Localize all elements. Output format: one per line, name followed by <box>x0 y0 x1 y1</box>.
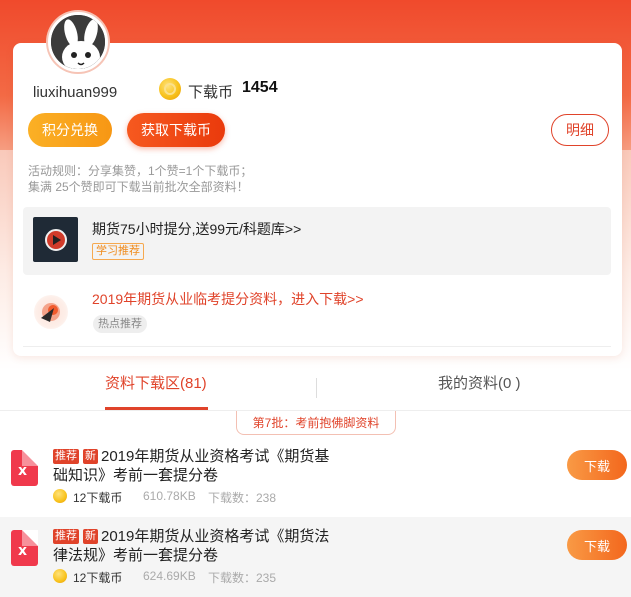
promo-title[interactable]: 期货75小时提分,送99元/科题库>> <box>92 219 301 239</box>
download-button[interactable]: 下载 <box>567 530 627 560</box>
activity-rules: 活动规则：分享集赞，1个赞=1个下载币； 集满 25个赞即可下载当前批次全部资料… <box>28 163 252 195</box>
file-price: 12下载币 <box>73 571 123 585</box>
rules-line-2: 集满 25个赞即可下载当前批次全部资料！ <box>28 180 249 194</box>
batch-label: 第7批：考前抱佛脚资料 <box>236 411 396 435</box>
recommend-badge: 推荐 <box>53 449 79 464</box>
tab-separator <box>316 378 317 398</box>
play-icon <box>45 229 67 251</box>
detail-button[interactable]: 明细 <box>551 114 609 146</box>
study-tag: 学习推荐 <box>92 243 144 260</box>
rules-line-1: 活动规则：分享集赞，1个赞=1个下载币； <box>28 164 253 178</box>
tab-bar: 资料下载区(81) 我的资料(0 ) <box>0 372 631 410</box>
download-count: 下载数：235 <box>208 571 277 585</box>
new-badge: 新 <box>83 449 98 464</box>
video-thumbnail <box>33 217 78 262</box>
hot-item-title[interactable]: 2019年期货从业临考提分资料，进入下载>> <box>92 289 364 309</box>
download-count: 下载数：238 <box>208 491 277 505</box>
promo-banner[interactable]: 期货75小时提分,送99元/科题库>> 学习推荐 <box>23 207 611 275</box>
avatar[interactable] <box>48 12 108 72</box>
username: liuxihuan999 <box>33 84 118 101</box>
new-badge: 新 <box>83 529 98 544</box>
tab-my-materials[interactable]: 我的资料(0 ) <box>438 372 521 393</box>
coin-icon <box>53 569 67 583</box>
pdf-icon: ⅹ <box>11 450 38 486</box>
pdf-icon: ⅹ <box>11 530 38 566</box>
points-exchange-button[interactable]: 积分兑换 <box>28 113 112 147</box>
paper-plane-icon <box>41 303 60 322</box>
file-size: 624.69KB <box>143 569 196 583</box>
file-size: 610.78KB <box>143 489 196 503</box>
get-coins-button[interactable]: 获取下载币 <box>127 113 225 147</box>
divider <box>23 346 611 347</box>
coin-icon <box>53 489 67 503</box>
file-row[interactable]: ⅹ 2019年期货从业资格考试《期货法律法规》考前一套提分卷 推荐 新 12下载… <box>0 517 631 597</box>
hot-tag: 热点推荐 <box>93 315 147 333</box>
file-row[interactable]: ⅹ 2019年期货从业资格考试《期货基础知识》考前一套提分卷 推荐 新 12下载… <box>0 437 631 517</box>
coin-label: 下载币 <box>188 84 234 101</box>
hot-item-icon <box>34 295 68 329</box>
coin-icon <box>159 78 181 100</box>
file-price: 12下载币 <box>73 491 123 505</box>
download-button[interactable]: 下载 <box>567 450 627 480</box>
tab-downloads[interactable]: 资料下载区(81) <box>105 372 207 393</box>
coin-balance: 1454 <box>242 79 278 96</box>
recommend-badge: 推荐 <box>53 529 79 544</box>
